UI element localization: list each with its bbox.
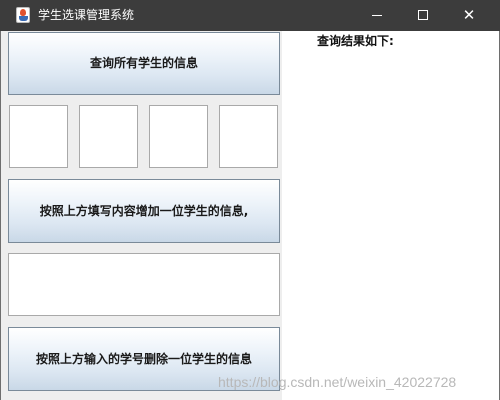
minimize-icon	[372, 15, 382, 16]
query-result-panel: 查询结果如下:	[282, 31, 499, 400]
student-id-field[interactable]	[8, 253, 280, 316]
student-field-4[interactable]	[219, 105, 278, 168]
close-button[interactable]: ✕	[446, 0, 492, 31]
student-field-2[interactable]	[79, 105, 138, 168]
maximize-button[interactable]	[400, 0, 446, 31]
java-cup-icon	[16, 7, 30, 23]
app-window: 学生选课管理系统 ✕ 查询所有学生的信息 按照上方填写内容增加一位学生的信息, …	[0, 0, 500, 400]
close-icon: ✕	[462, 6, 476, 24]
title-bar[interactable]: 学生选课管理系统 ✕	[0, 0, 500, 31]
minimize-button[interactable]	[354, 0, 400, 31]
query-all-students-button[interactable]: 查询所有学生的信息	[8, 32, 280, 95]
result-label: 查询结果如下:	[317, 34, 394, 48]
window-title: 学生选课管理系统	[38, 8, 135, 22]
add-student-button[interactable]: 按照上方填写内容增加一位学生的信息,	[8, 179, 280, 243]
maximize-icon	[418, 10, 428, 20]
watermark: https://blog.csdn.net/weixin_42022728	[218, 374, 457, 390]
student-field-3[interactable]	[149, 105, 208, 168]
student-field-1[interactable]	[9, 105, 68, 168]
